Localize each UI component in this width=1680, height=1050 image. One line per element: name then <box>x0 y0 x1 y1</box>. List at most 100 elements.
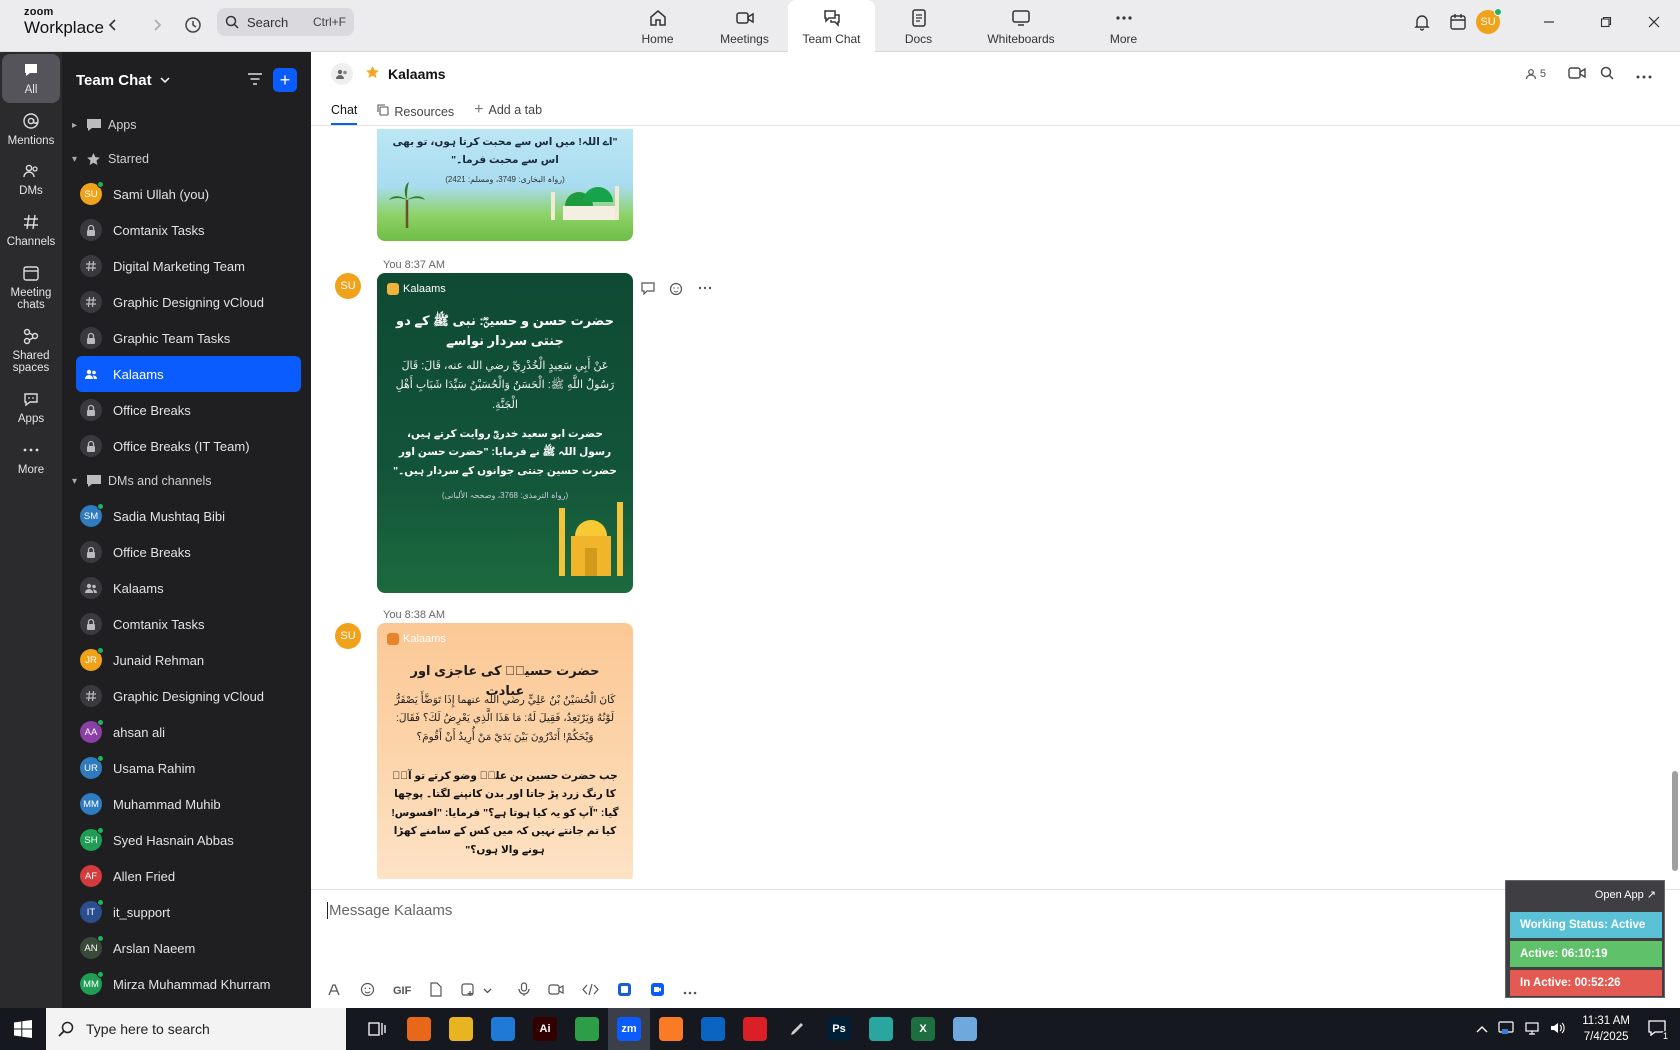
rail-more[interactable]: More <box>2 434 60 483</box>
message-image-card[interactable]: Kalaams حضرت حسینؓ کی عاجزی اور عبادت كَ… <box>377 623 633 879</box>
emoji-icon[interactable] <box>360 982 375 1000</box>
add-reaction-icon[interactable] <box>669 281 684 299</box>
taskbar-excel-icon[interactable]: X <box>902 1008 944 1050</box>
sidebar-item-ahsan-ali[interactable]: AA ahsan ali <box>76 714 301 750</box>
history-clock-icon[interactable] <box>180 12 206 38</box>
minimize-icon[interactable] <box>1514 16 1584 28</box>
taskbar-xampp-icon[interactable] <box>650 1008 692 1050</box>
rail-apps[interactable]: Apps <box>2 383 60 432</box>
sidebar-item-syed-hasnain-abbas[interactable]: SH Syed Hasnain Abbas <box>76 822 301 858</box>
message-more-icon[interactable] <box>698 281 712 299</box>
message-image-card[interactable]: Kalaams حضرت حسن و حسینؓ: نبی ﷺ کے دو جن… <box>377 273 633 593</box>
sidebar-item-office-breaks-it-team[interactable]: Office Breaks (IT Team) <box>76 428 301 464</box>
tab-more[interactable]: More <box>1080 0 1167 52</box>
sidebar-item-allen-fried[interactable]: AF Allen Fried <box>76 858 301 894</box>
rail-all[interactable]: All <box>2 54 60 103</box>
taskbar-creative-cloud-icon[interactable] <box>734 1008 776 1050</box>
tray-app-icon[interactable] <box>1498 1020 1514 1038</box>
sidebar-item-comtanix-tasks[interactable]: Comtanix Tasks <box>76 212 301 248</box>
sidebar-item-office-breaks[interactable]: Office Breaks <box>76 534 301 570</box>
taskbar-vscode-icon[interactable] <box>482 1008 524 1050</box>
file-attach-icon[interactable] <box>429 982 442 1000</box>
sidebar-item-digital-marketing-team[interactable]: Digital Marketing Team <box>76 248 301 284</box>
sidebar-item-mirza-muhammad-khurram[interactable]: MM Mirza Muhammad Khurram <box>76 966 301 1002</box>
sidebar-item-kalaams[interactable]: Kalaams <box>76 356 301 392</box>
forward-arrow-icon[interactable] <box>144 12 170 38</box>
message-image-card[interactable]: "اے اللہ! میں اس سے محبت کرتا ہوں، تو بھ… <box>377 129 633 241</box>
message-scrollbar[interactable] <box>1672 771 1678 871</box>
chevron-down-icon[interactable] <box>483 984 492 998</box>
sidebar-item-sadia-mushtaq-bibi[interactable]: SM Sadia Mushtaq Bibi <box>76 498 301 534</box>
chevron-up-icon[interactable] <box>1476 1022 1488 1036</box>
composer-placeholder[interactable]: Message Kalaams <box>327 902 452 919</box>
sidebar-item-comtanix-tasks[interactable]: Comtanix Tasks <box>76 606 301 642</box>
windows-start-button[interactable] <box>0 1008 46 1050</box>
message-list[interactable]: "اے اللہ! میں اس سے محبت کرتا ہوں، تو بھ… <box>311 129 1680 879</box>
volume-icon[interactable] <box>1550 1021 1566 1038</box>
rail-meeting-chats[interactable]: Meeting chats <box>2 257 60 318</box>
tab-team-chat[interactable]: Team Chat <box>788 0 875 52</box>
code-snippet-icon[interactable] <box>582 983 600 999</box>
zoom-app-icon[interactable] <box>650 982 665 1000</box>
message-avatar[interactable]: SU <box>335 623 361 649</box>
rail-dms[interactable]: DMs <box>2 155 60 204</box>
taskbar-outlook-icon[interactable] <box>692 1008 734 1050</box>
taskbar-app-diamond-icon[interactable] <box>860 1008 902 1050</box>
channel-search-icon[interactable] <box>1600 66 1614 83</box>
network-icon[interactable] <box>1524 1021 1540 1038</box>
calendar-icon[interactable] <box>1440 13 1476 31</box>
taskbar-search-box[interactable]: Type here to search <box>46 1008 346 1050</box>
sidebar-item-graphic-designing-vcloud[interactable]: Graphic Designing vCloud <box>76 678 301 714</box>
sidebar-title-dropdown[interactable]: Team Chat <box>76 72 247 89</box>
taskbar-photoshop-icon[interactable]: Ps <box>818 1008 860 1050</box>
tab-docs[interactable]: Docs <box>875 0 962 52</box>
taskbar-clock[interactable]: 11:31 AM 7/4/2025 <box>1582 1013 1630 1045</box>
taskbar-chrome-icon[interactable] <box>566 1008 608 1050</box>
members-count-button[interactable]: 5 <box>1525 68 1546 80</box>
reply-icon[interactable] <box>641 281 655 299</box>
sidebar-item-muhammad-muhib[interactable]: MM Muhammad Muhib <box>76 786 301 822</box>
format-text-icon[interactable] <box>327 982 342 1000</box>
taskbar-illustrator-icon[interactable]: Ai <box>524 1008 566 1050</box>
channel-more-icon[interactable] <box>1636 67 1652 82</box>
close-icon[interactable] <box>1628 16 1680 28</box>
channel-name[interactable]: Kalaams <box>388 66 446 82</box>
user-avatar[interactable]: SU <box>1476 8 1502 34</box>
sidebar-item-arslan-naeem[interactable]: AN Arslan Naeem <box>76 930 301 966</box>
sidebar-item-graphic-team-tasks[interactable]: Graphic Team Tasks <box>76 320 301 356</box>
global-search-box[interactable]: Search Ctrl+F <box>217 8 354 36</box>
sidebar-item-usama-rahim[interactable]: UR Usama Rahim <box>76 750 301 786</box>
sidebar-item-graphic-designing-vcloud[interactable]: Graphic Designing vCloud <box>76 284 301 320</box>
message-avatar[interactable]: SU <box>335 273 361 299</box>
tab-add-a-tab[interactable]: + Add a tab <box>474 101 542 125</box>
rail-channels[interactable]: Channels <box>2 206 60 255</box>
sidebar-item-sami-ullah-you[interactable]: SU Sami Ullah (you) <box>76 176 301 212</box>
tab-chat[interactable]: Chat <box>331 103 358 125</box>
microphone-icon[interactable] <box>518 982 530 1000</box>
sidebar-item-office-breaks[interactable]: Office Breaks <box>76 392 301 428</box>
taskbar-notes-icon[interactable] <box>944 1008 986 1050</box>
sidebar-item-it-support[interactable]: IT it_support <box>76 894 301 930</box>
filter-icon[interactable] <box>247 71 263 90</box>
section-dms-channels[interactable]: ▾ DMs and channels <box>62 464 311 498</box>
video-message-icon[interactable] <box>548 983 564 999</box>
tab-whiteboards[interactable]: Whiteboards <box>962 0 1080 52</box>
composer-more-icon[interactable] <box>683 984 697 998</box>
back-arrow-icon[interactable] <box>100 12 126 38</box>
section-starred[interactable]: ▾ Starred <box>62 142 311 176</box>
new-chat-button[interactable]: + <box>273 68 297 92</box>
tab-home[interactable]: Home <box>614 0 701 52</box>
taskbar-pen-tool-icon[interactable] <box>776 1008 818 1050</box>
screenshot-icon[interactable] <box>460 982 475 1000</box>
taskbar-zoom-icon[interactable]: zm <box>608 1008 650 1050</box>
taskbar-firefox-icon[interactable] <box>398 1008 440 1050</box>
open-app-link[interactable]: Open App ↗ <box>1595 888 1656 901</box>
star-favorite-icon[interactable] <box>365 65 380 83</box>
tab-resources[interactable]: Resources <box>377 104 454 125</box>
maximize-icon[interactable] <box>1584 16 1628 28</box>
rail-mentions[interactable]: Mentions <box>2 105 60 154</box>
tab-meetings[interactable]: Meetings <box>701 0 788 52</box>
app-integration-icon[interactable] <box>617 982 632 1000</box>
sidebar-item-junaid-rehman[interactable]: JR Junaid Rehman <box>76 642 301 678</box>
bell-icon[interactable] <box>1404 13 1440 31</box>
